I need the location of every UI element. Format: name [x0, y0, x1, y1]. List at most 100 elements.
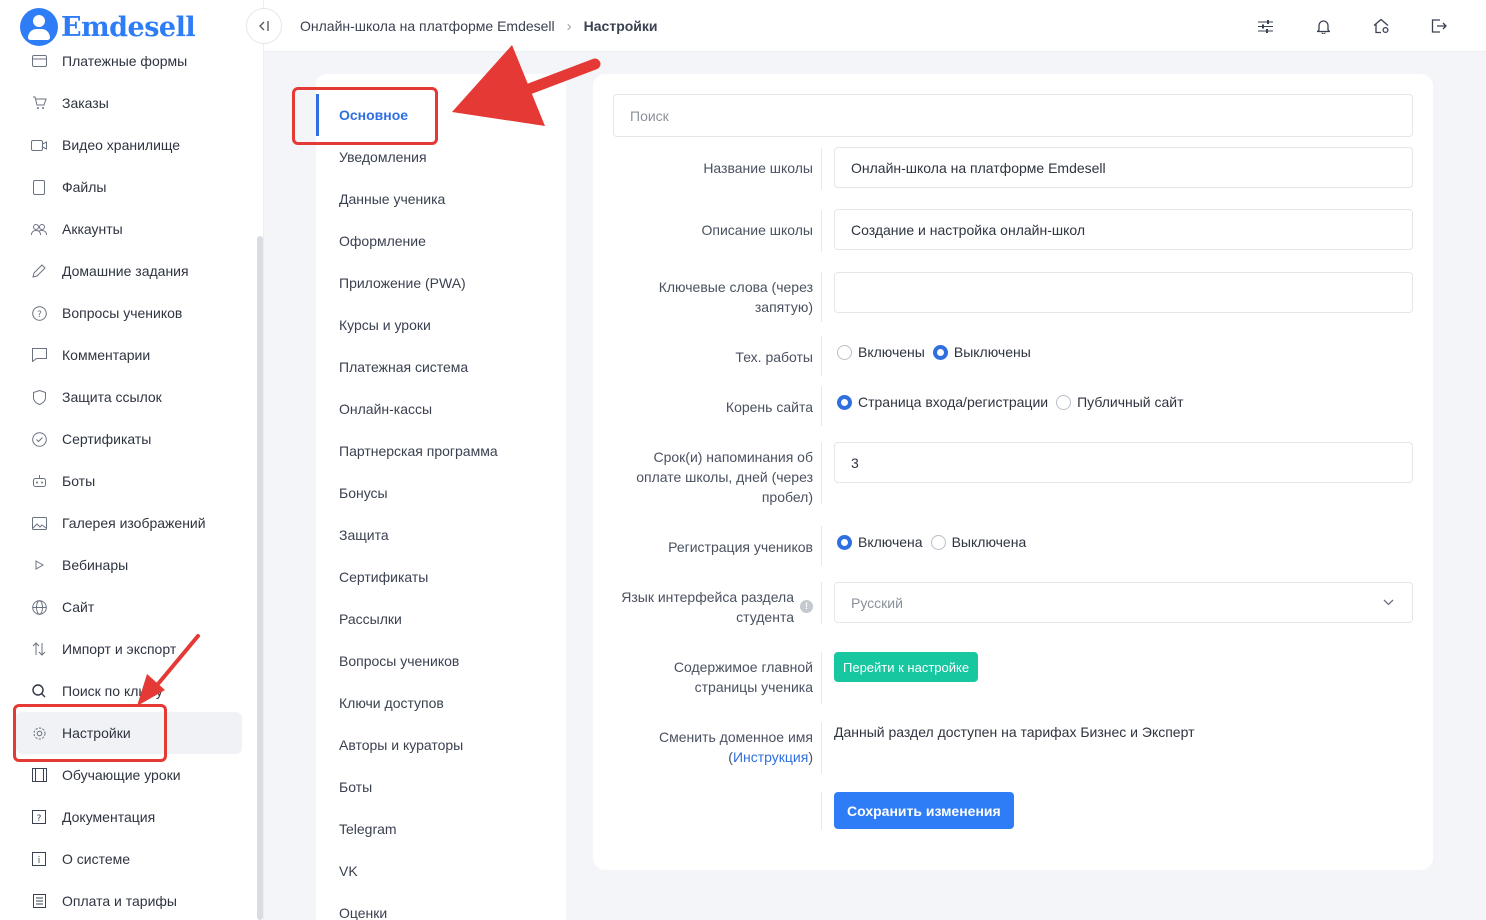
settings-tab-affiliate[interactable]: Партнерская программа [316, 430, 566, 472]
credit-card-icon [30, 52, 48, 70]
film-icon [30, 766, 48, 784]
sidebar-item-files[interactable]: Файлы [16, 166, 242, 208]
sidebar-item-label: Заказы [62, 95, 109, 111]
settings-tab-authors[interactable]: Авторы и кураторы [316, 724, 566, 766]
sidebar-item-accounts[interactable]: Аккаунты [16, 208, 242, 250]
paren: ) [808, 749, 813, 765]
maintenance-off-option[interactable]: Выключены [932, 344, 1031, 360]
sidebar-item-video-storage[interactable]: Видео хранилище [16, 124, 242, 166]
sidebar-item-documentation[interactable]: ? Документация [16, 796, 242, 838]
radio-button[interactable] [837, 394, 852, 410]
sidebar-item-label: Аккаунты [62, 221, 123, 237]
divider [821, 582, 822, 624]
settings-tab-student-data[interactable]: Данные ученика [316, 178, 566, 220]
instruction-link[interactable]: Инструкция [733, 749, 808, 765]
student-language-select[interactable]: Русский [834, 582, 1413, 623]
reminder-label-line: Срок(и) напоминания об [653, 449, 813, 465]
sidebar-item-import-export[interactable]: Импорт и экспорт [16, 628, 242, 670]
site-root-label: Корень сайта [725, 399, 813, 415]
domain-label-line: (Инструкция) [593, 747, 813, 767]
logout-icon[interactable] [1430, 17, 1448, 35]
settings-tab-bots[interactable]: Боты [316, 766, 566, 808]
sidebar-item-homework[interactable]: Домашние задания [16, 250, 242, 292]
settings-tab-certificates[interactable]: Сертификаты [316, 556, 566, 598]
sidebar-item-image-gallery[interactable]: Галерея изображений [16, 502, 242, 544]
settings-tab-student-questions[interactable]: Вопросы учеников [316, 640, 566, 682]
maintenance-radio-group: Включены Выключены [837, 344, 1039, 360]
sidebar-item-student-questions[interactable]: ? Вопросы учеников [16, 292, 242, 334]
sidebar-item-orders[interactable]: Заказы [16, 82, 242, 124]
settings-menu: Основное Уведомления Данные ученика Офор… [316, 74, 566, 920]
settings-tab-access-keys[interactable]: Ключи доступов [316, 682, 566, 724]
reminder-label-line: оплате школы, дней (через [636, 469, 813, 485]
registration-off-option[interactable]: Выключена [930, 534, 1027, 550]
go-to-settings-button[interactable]: Перейти к настройке [834, 652, 979, 682]
settings-tab-ratings[interactable]: Оценки [316, 892, 566, 920]
home-settings-icon[interactable] [1372, 17, 1390, 35]
breadcrumb-root[interactable]: Онлайн-школа на платформе Emdesell [300, 18, 555, 34]
sidebar-item-webinars[interactable]: Вебинары [16, 544, 242, 586]
image-icon [30, 514, 48, 532]
settings-tab-courses[interactable]: Курсы и уроки [316, 304, 566, 346]
settings-tab-mailings[interactable]: Рассылки [316, 598, 566, 640]
settings-tab-bonuses[interactable]: Бонусы [316, 472, 566, 514]
collapse-left-icon [259, 21, 269, 31]
registration-on-option[interactable]: Включена [837, 534, 923, 550]
sidebar-item-billing[interactable]: Оплата и тарифы [16, 880, 242, 920]
payment-reminder-input[interactable]: 3 [834, 442, 1413, 483]
chevron-down-icon [1383, 595, 1394, 609]
sidebar-item-label: Документация [62, 809, 156, 825]
sidebar-item-payment-forms[interactable]: Платежные формы [16, 40, 242, 82]
settings-tab-vk[interactable]: VK [316, 850, 566, 892]
maintenance-on-option[interactable]: Включены [837, 344, 925, 360]
radio-button[interactable] [930, 534, 946, 550]
sidebar-item-label: Поиск по ключу [62, 683, 163, 699]
site-root-public-option[interactable]: Публичный сайт [1056, 394, 1184, 410]
sidebar-item-label: Файлы [62, 179, 107, 195]
sidebar-item-comments[interactable]: Комментарии [16, 334, 242, 376]
settings-tab-protection[interactable]: Защита [316, 514, 566, 556]
sliders-icon[interactable] [1256, 17, 1274, 35]
domain-plan-notice: Данный раздел доступен на тарифах Бизнес… [834, 724, 1195, 740]
bell-icon[interactable] [1314, 17, 1332, 35]
settings-form-card: Поиск Название школы Онлайн-школа на пла… [593, 74, 1433, 870]
sidebar-item-certificates[interactable]: Сертификаты [16, 418, 242, 460]
radio-label: Выключена [951, 534, 1027, 550]
globe-icon [30, 598, 48, 616]
radio-button[interactable] [932, 344, 948, 360]
settings-tab-online-cashbox[interactable]: Онлайн-кассы [316, 388, 566, 430]
settings-tab-pwa[interactable]: Приложение (PWA) [316, 262, 566, 304]
divider [821, 722, 822, 774]
school-description-input[interactable]: Создание и настройка онлайн-школ [834, 209, 1413, 250]
reminder-label-line: пробел) [761, 489, 813, 505]
cart-icon [30, 94, 48, 112]
school-name-input[interactable]: Онлайн-школа на платформе Emdesell [834, 147, 1413, 188]
top-bar: Онлайн-школа на платформе Emdesell › Нас… [246, 0, 1486, 52]
radio-button[interactable] [837, 534, 852, 550]
radio-button[interactable] [837, 344, 852, 360]
sidebar-item-label: Видео хранилище [62, 137, 181, 153]
sidebar-scrollbar[interactable] [257, 236, 263, 920]
search-input[interactable]: Поиск [613, 94, 1413, 137]
shield-icon [30, 388, 48, 406]
question-circle-icon: ? [30, 304, 48, 322]
chevron-right-icon: › [566, 17, 572, 35]
info-icon[interactable]: ! [800, 600, 813, 613]
site-root-login-option[interactable]: Страница входа/регистрации [837, 394, 1048, 410]
settings-tab-telegram[interactable]: Telegram [316, 808, 566, 850]
sidebar-item-about[interactable]: i О системе [16, 838, 242, 880]
save-changes-button[interactable]: Сохранить изменения [834, 792, 1014, 829]
radio-button[interactable] [1056, 394, 1072, 410]
sidebar-item-site[interactable]: Сайт [16, 586, 242, 628]
settings-tab-appearance[interactable]: Оформление [316, 220, 566, 262]
radio-label: Включена [858, 534, 923, 550]
sidebar-item-bots[interactable]: Боты [16, 460, 242, 502]
keywords-input[interactable] [834, 272, 1413, 313]
maintenance-label: Тех. работы [735, 349, 813, 365]
collapse-sidebar-button[interactable] [246, 8, 282, 44]
sidebar-item-label: О системе [62, 851, 131, 867]
sidebar-item-link-protection[interactable]: Защита ссылок [16, 376, 242, 418]
sidebar-nav: Платежные формы Заказы Видео хранилище Ф… [16, 40, 242, 920]
settings-tab-payment-system[interactable]: Платежная система [316, 346, 566, 388]
radio-label: Публичный сайт [1077, 394, 1184, 410]
